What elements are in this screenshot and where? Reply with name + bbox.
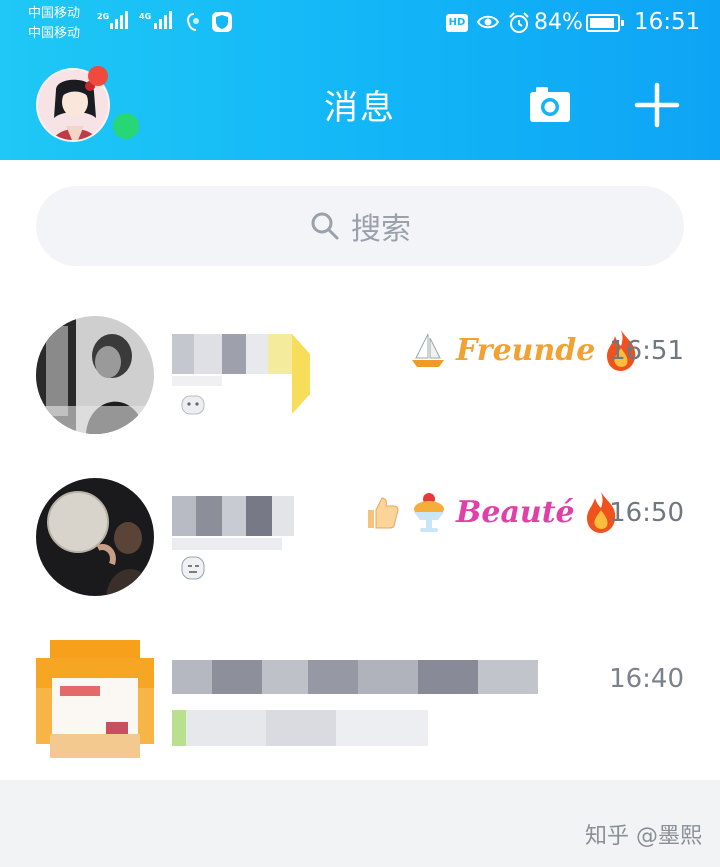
camera-icon[interactable]: [528, 84, 572, 124]
contact-name-redacted: [172, 496, 294, 536]
battery-icon: [586, 14, 624, 32]
contact-name-redacted: [172, 660, 538, 694]
contact-avatar[interactable]: [36, 640, 154, 758]
status-time: 16:51: [634, 9, 701, 35]
conversation-row[interactable]: Beauté 16:50: [0, 478, 720, 628]
alarm-icon: [509, 12, 529, 33]
message-time: 16:50: [609, 498, 684, 528]
badge-word: Beauté: [456, 494, 575, 530]
thumbs-up-icon: [368, 497, 399, 529]
contact-avatar[interactable]: [36, 316, 154, 434]
sailboat-icon: [412, 333, 444, 367]
net-type-1: 2G: [97, 12, 110, 21]
contact-avatar[interactable]: [36, 478, 154, 596]
search-bar[interactable]: 搜索: [36, 186, 684, 266]
avatar-photo: [36, 316, 154, 434]
plus-icon[interactable]: [634, 82, 680, 128]
badge-group: Freunde: [408, 328, 639, 372]
search-placeholder: 搜索: [351, 212, 411, 247]
message-preview-redacted: [172, 710, 428, 746]
message-list-panel: 搜索 Freunde 16:51 Beauté 16:50 16:40: [0, 160, 720, 780]
sticker-preview: [181, 395, 205, 415]
eye-icon: [477, 15, 499, 29]
search-icon: [311, 212, 339, 240]
sticker-preview: [181, 556, 205, 580]
carrier-2: 中国移动: [28, 26, 81, 41]
message-time: 16:51: [609, 336, 684, 366]
net-type-2: 4G: [139, 12, 152, 21]
conversation-row[interactable]: 16:40: [0, 640, 720, 790]
signal-icon-2: [154, 11, 172, 29]
badge-group: Beauté: [362, 490, 619, 534]
contact-name-redacted: [172, 334, 310, 414]
shield-icon: [212, 12, 232, 32]
battery-percent: 84%: [534, 10, 583, 35]
header-bar: 中国移动 中国移动 2G 4G HD 84% 16:51 消息: [0, 0, 720, 160]
carrier-label: 中国移动 中国移动: [28, 4, 80, 44]
signal-icon: [110, 11, 128, 29]
badge-word: Freunde: [456, 332, 596, 368]
page-title: 消息: [324, 88, 396, 128]
avatar-photo: [36, 478, 154, 596]
app-notification-icon: [187, 13, 199, 31]
carrier-1: 中国移动: [28, 6, 81, 21]
ice-cream-icon: [414, 493, 444, 532]
status-bar: 中国移动 中国移动 2G 4G HD 84% 16:51: [0, 0, 720, 50]
avatar-pixelated: [36, 640, 154, 758]
hd-icon: HD: [446, 14, 468, 32]
conversation-row[interactable]: Freunde 16:51: [0, 316, 720, 466]
message-time: 16:40: [609, 664, 684, 694]
watermark: 知乎 @墨熙: [585, 824, 702, 849]
